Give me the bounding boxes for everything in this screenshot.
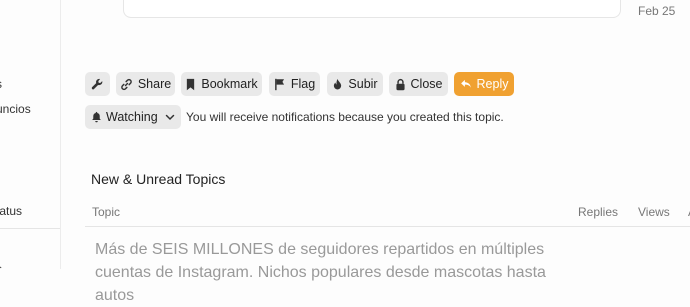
subir-button[interactable]: Subir <box>327 72 383 96</box>
sidebar-item[interactable]: uncios <box>0 102 31 116</box>
topic-link[interactable]: Más de SEIS MILLONES de seguidores repar… <box>95 238 565 307</box>
notification-reason: You will receive notifications because y… <box>186 110 504 124</box>
post-date: Feb 25 <box>638 4 676 18</box>
post-card <box>123 0 621 18</box>
flag-label: Flag <box>290 77 316 91</box>
suggested-topics-heading: New & Unread Topics <box>91 171 226 187</box>
reply-icon <box>460 79 471 88</box>
sidebar-divider <box>0 228 60 229</box>
flag-icon <box>274 78 284 90</box>
column-header-views: Views <box>638 205 670 219</box>
link-icon <box>121 78 132 90</box>
fire-icon <box>334 78 342 89</box>
bell-icon <box>92 111 101 123</box>
sidebar: s uncios tatus s <box>0 0 61 269</box>
sidebar-item[interactable]: s <box>0 77 2 91</box>
lock-icon <box>395 78 405 90</box>
share-label: Share <box>137 77 172 91</box>
bookmark-button[interactable]: Bookmark <box>181 72 262 96</box>
notification-level: Watching <box>106 110 158 124</box>
share-button[interactable]: Share <box>116 72 175 96</box>
close-label: Close <box>410 77 443 91</box>
flag-button[interactable]: Flag <box>269 72 320 96</box>
subir-label: Subir <box>348 77 378 91</box>
admin-wrench-button[interactable] <box>85 72 110 96</box>
reply-button[interactable]: Reply <box>454 72 514 96</box>
chevron-down-icon <box>165 114 175 121</box>
reply-label: Reply <box>476 77 509 91</box>
bookmark-label: Bookmark <box>201 77 258 91</box>
notifications-dropdown[interactable]: Watching <box>85 105 181 129</box>
column-header-topic: Topic <box>92 205 121 219</box>
table-header-divider <box>85 226 690 227</box>
sidebar-item[interactable]: s <box>0 262 2 269</box>
sidebar-item[interactable]: tatus <box>0 204 22 218</box>
wrench-icon <box>91 78 103 89</box>
column-header-replies: Replies <box>578 205 619 219</box>
bookmark-icon <box>187 78 195 90</box>
close-topic-button[interactable]: Close <box>389 72 448 96</box>
